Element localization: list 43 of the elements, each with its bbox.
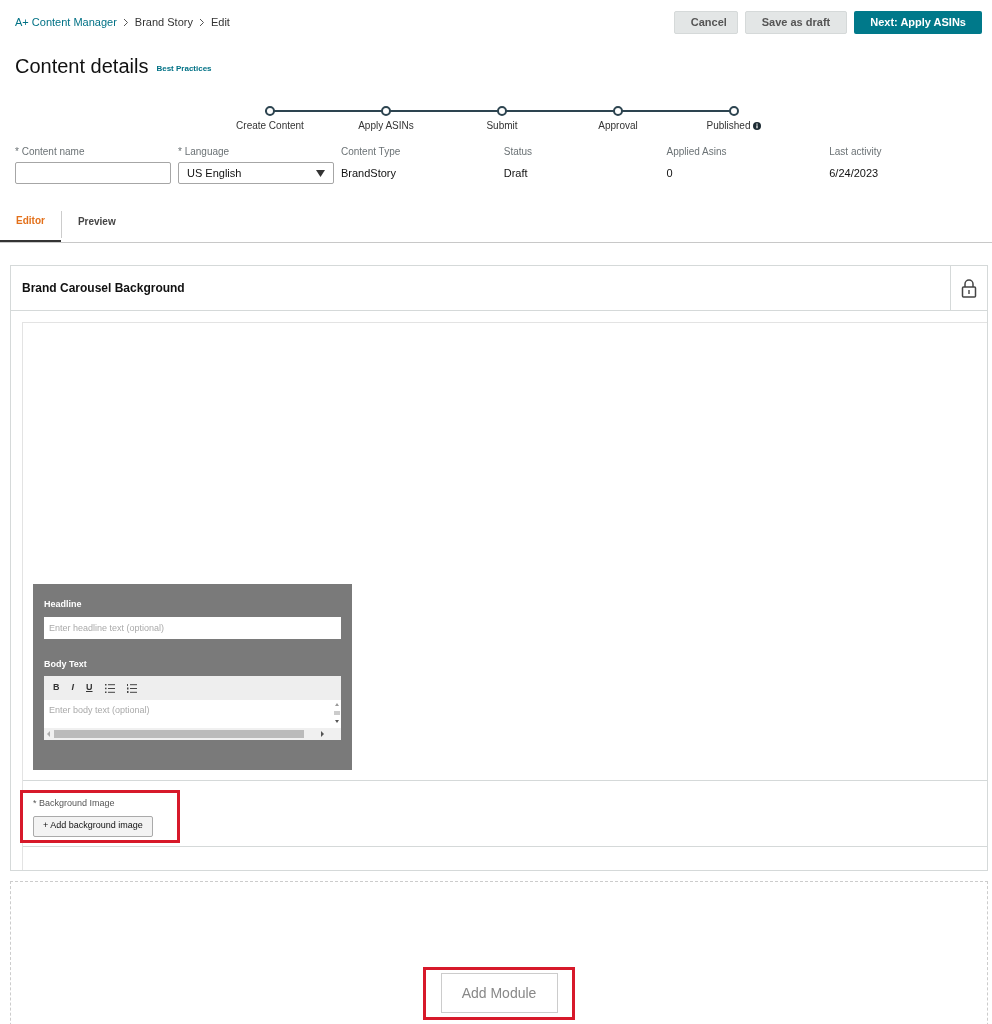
step-label: Published	[706, 119, 751, 133]
breadcrumb-link[interactable]: A+ Content Manager	[15, 14, 117, 31]
step-label: Approval	[598, 119, 638, 133]
chevron-right-icon	[198, 18, 205, 27]
field-label: * Content name	[15, 145, 86, 156]
breadcrumb-item[interactable]: Brand Story	[134, 14, 193, 31]
cancel-button[interactable]: Cancel	[673, 11, 738, 34]
add-module-button[interactable]: Add Module	[440, 973, 558, 1013]
best-practices-link[interactable]: Best Practices	[156, 63, 212, 75]
breadcrumb-item: Edit	[210, 15, 230, 31]
caret-icon	[316, 169, 325, 177]
underline-button[interactable]: U	[86, 681, 93, 695]
field-value: 0	[666, 166, 674, 181]
italic-button[interactable]: I	[71, 681, 74, 695]
field-label: Content Type	[341, 145, 402, 156]
language-dropdown[interactable]: US English	[178, 162, 334, 184]
next-button[interactable]: Next: Apply ASINs	[854, 11, 982, 34]
step-label: Apply ASINs	[358, 119, 414, 133]
field-value: Draft	[503, 166, 529, 181]
headline-field[interactable]: Enter headline text (optional)	[44, 616, 341, 639]
background-image-label: * Background Image	[33, 797, 115, 810]
info-icon	[753, 121, 762, 130]
field-label: * Language	[178, 145, 231, 156]
tab[interactable]: Preview	[61, 207, 132, 242]
field-label: Last activity	[829, 145, 883, 156]
step-label: Create Content	[236, 119, 304, 133]
field-label: Status	[503, 145, 534, 156]
field-value: 6/24/2023	[829, 166, 880, 181]
page-title: Content details	[15, 54, 149, 78]
bullet-list-icon[interactable]	[104, 683, 115, 693]
content-name-field[interactable]	[15, 162, 171, 184]
lock-icon	[961, 278, 977, 298]
step-label: Submit	[486, 119, 518, 133]
field-value: BrandStory	[341, 166, 398, 181]
bold-button[interactable]: B	[53, 681, 60, 695]
body-text-label: Body Text	[44, 657, 88, 671]
field-label: Applied Asins	[666, 145, 728, 156]
add-background-image-button[interactable]: + Add background image	[33, 815, 153, 837]
headline-label: Headline	[44, 598, 83, 611]
save-draft-button[interactable]: Save as draft	[744, 11, 848, 34]
numbered-list-icon[interactable]	[126, 683, 137, 693]
module-title: Brand Carousel Background	[21, 280, 185, 297]
chevron-right-icon	[122, 18, 129, 27]
